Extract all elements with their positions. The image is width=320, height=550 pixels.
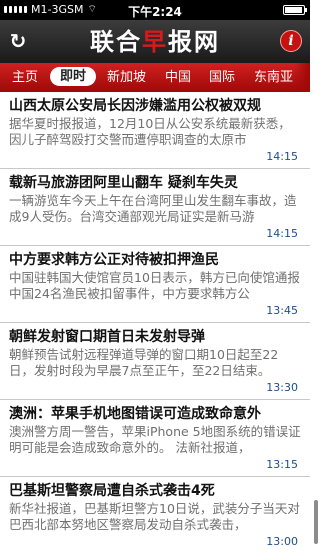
news-title: 巴基斯坦警察局遭自杀式袭击4死 — [9, 483, 215, 499]
app-header: ↻ 联合早报网 i — [0, 20, 310, 63]
news-time: 13:00 — [266, 535, 298, 548]
scroll-indicator[interactable] — [314, 500, 318, 544]
tab-international[interactable]: 国际 — [209, 69, 235, 86]
news-title: 载新马旅游团阿里山翻车 疑刹车失灵 — [9, 175, 238, 191]
news-title: 澳洲：苹果手机地图错误可造成致命意外 — [9, 406, 261, 422]
news-list[interactable]: 山西太原公安局长因涉嫌滥用公权被双规 据华夏时报报道，12月10日从公安系统最新… — [0, 92, 310, 550]
app-logo: 联合早报网 — [66, 27, 244, 57]
logo-text-right: 报网 — [168, 27, 220, 56]
news-item[interactable]: 载新马旅游团阿里山翻车 疑刹车失灵 一辆游览车今天上午在台湾阿里山发生翻车事故，… — [0, 169, 310, 246]
news-item[interactable]: 中方要求韩方公正对待被扣押渔民 中国驻韩国大使馆官员10日表示，韩方已向使馆通报… — [0, 246, 310, 323]
info-icon: i — [288, 33, 294, 49]
status-bar: M1-3GSM ⌔ 下午2:24 — [0, 0, 310, 20]
news-title: 中方要求韩方公正对待被扣押渔民 — [9, 252, 219, 268]
news-summary: 据华夏时报报道，12月10日从公安系统最新获悉，因儿子醉驾殴打交警而遭停职调查的… — [9, 116, 291, 147]
tab-home[interactable]: 主页 — [12, 69, 38, 86]
news-time: 13:30 — [266, 381, 298, 394]
news-item[interactable]: 巴基斯坦警察局遭自杀式袭击4死 新华社报道，巴基斯坦警方10日说，武装分子当天对… — [0, 477, 310, 550]
news-summary: 朝鲜预告试射远程弹道导弹的窗口期10日起至22日，发射时段为早晨7点至正午，至2… — [9, 347, 279, 378]
news-item[interactable]: 山西太原公安局长因涉嫌滥用公权被双规 据华夏时报报道，12月10日从公安系统最新… — [0, 92, 310, 169]
news-item[interactable]: 澳洲：苹果手机地图错误可造成致命意外 澳洲警方周一警告，苹果iPhone 5地图… — [0, 400, 310, 477]
status-time: 下午2:24 — [128, 5, 182, 19]
info-button[interactable]: i — [280, 30, 302, 52]
news-summary: 中国驻韩国大使馆官员10日表示，韩方已向使馆通报中国24名渔民被扣留事件，中方要… — [9, 270, 300, 301]
tab-scroll-fade — [294, 63, 310, 92]
news-item[interactable]: 朝鲜发射窗口期首日未发射导弹 朝鲜预告试射远程弹道导弹的窗口期10日起至22日，… — [0, 323, 310, 400]
logo-text-mid: 早 — [142, 27, 168, 56]
news-summary: 一辆游览车今天上午在台湾阿里山发生翻车事故，造成9人受伤。台湾交通部观光局证实是… — [9, 193, 297, 224]
news-summary: 新华社报道，巴基斯坦警方10日说，武装分子当天对巴西北部本努地区警察局发动自杀式… — [9, 501, 300, 532]
news-title: 朝鲜发射窗口期首日未发射导弹 — [9, 329, 205, 345]
category-tab-bar: 主页 即时 新加坡 中国 国际 东南亚 — [0, 63, 310, 92]
news-time: 13:45 — [266, 304, 298, 317]
tab-southeast-asia[interactable]: 东南亚 — [254, 69, 293, 86]
news-summary: 澳洲警方周一警告，苹果iPhone 5地图系统的错误证明可能是会造成致命意外的。… — [9, 424, 301, 455]
news-title: 山西太原公安局长因涉嫌滥用公权被双规 — [9, 98, 261, 114]
tab-instant[interactable]: 即时 — [50, 67, 97, 86]
news-time: 14:15 — [266, 150, 298, 163]
refresh-button[interactable]: ↻ — [6, 29, 30, 53]
tab-china[interactable]: 中国 — [165, 69, 191, 86]
tab-singapore[interactable]: 新加坡 — [107, 69, 146, 86]
news-time: 14:15 — [266, 227, 298, 240]
refresh-icon: ↻ — [9, 29, 27, 53]
news-time: 13:15 — [266, 458, 298, 471]
battery-icon — [283, 5, 307, 15]
logo-text-left: 联合 — [90, 27, 142, 56]
